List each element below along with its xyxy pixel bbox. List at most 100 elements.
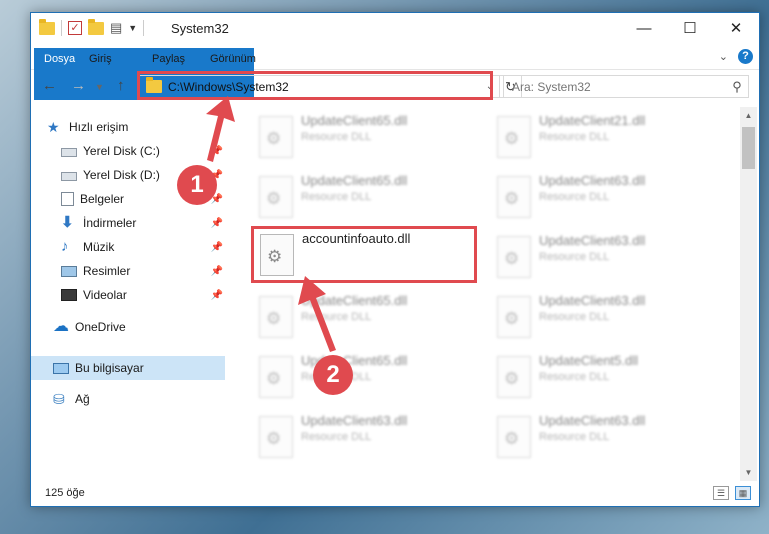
forward-arrow-icon[interactable]: → [71, 77, 86, 94]
file-name: UpdateClient63.dll [539, 173, 646, 188]
computer-icon [53, 362, 69, 374]
sidebar-item-music[interactable]: ♪ Müzik 📌 [61, 236, 223, 258]
close-button[interactable]: ✕ [713, 13, 759, 43]
file-item[interactable]: UpdateClient65.dll Resource DLL [251, 171, 471, 223]
pin-icon[interactable]: 📌 [211, 218, 223, 229]
documents-icon [61, 192, 74, 206]
sidebar-item-videos[interactable]: Videolar 📌 [61, 284, 223, 306]
sidebar-item-label: Bu bilgisayar [75, 361, 144, 375]
file-name: UpdateClient63.dll [539, 413, 646, 428]
search-input[interactable] [504, 79, 726, 94]
file-type: Resource DLL [539, 371, 610, 383]
quick-access-toolbar: ✓ ▤ ▼ [39, 18, 145, 36]
back-arrow-icon[interactable]: ← [42, 77, 57, 94]
file-name: UpdateClient63.dll [539, 233, 646, 248]
file-item[interactable]: UpdateClient5.dll Resource DLL [489, 351, 709, 403]
disk-icon [61, 172, 77, 181]
scroll-up-icon[interactable]: ▲ [740, 107, 757, 124]
dll-file-icon [259, 356, 293, 398]
large-icons-view-icon[interactable]: ▦ [735, 486, 751, 500]
file-type: Resource DLL [539, 191, 610, 203]
star-icon: ★ [47, 119, 60, 135]
up-arrow-icon[interactable]: ↑ [117, 77, 125, 94]
sidebar-item-this-pc[interactable]: Bu bilgisayar [31, 356, 225, 380]
sidebar-item-onedrive[interactable]: ☁ OneDrive [53, 316, 223, 338]
search-icon[interactable]: ⚲ [726, 79, 748, 95]
file-item[interactable]: UpdateClient65.dll Resource DLL [251, 351, 471, 403]
help-icon[interactable]: ? [738, 49, 753, 64]
file-item[interactable]: UpdateClient63.dll Resource DLL [489, 411, 709, 463]
dll-file-icon [259, 176, 293, 218]
details-view-icon[interactable]: ☰ [713, 486, 729, 500]
address-bar-highlight [137, 71, 493, 100]
file-name: accountinfoauto.dll [302, 231, 411, 246]
file-name: UpdateClient65.dll [301, 293, 408, 308]
sidebar-item-network[interactable]: ⛁ Ağ [53, 388, 223, 410]
file-item[interactable]: UpdateClient63.dll Resource DLL [489, 231, 709, 283]
disk-icon [61, 148, 77, 157]
ribbon-right-controls: ⌄ ? [719, 49, 753, 64]
dll-file-icon [497, 416, 531, 458]
search-box[interactable]: ⚲ [503, 75, 749, 98]
tab-home[interactable]: Giriş [81, 48, 120, 70]
sidebar-item-label: Videolar [83, 288, 127, 302]
sidebar-item-label: Yerel Disk (C:) [83, 144, 160, 158]
download-icon: ⬇ [61, 214, 74, 231]
sidebar-item-label: Resimler [83, 264, 131, 278]
dll-file-icon [259, 416, 293, 458]
dll-file-icon [260, 234, 294, 276]
file-name: UpdateClient63.dll [301, 413, 408, 428]
file-type: Resource DLL [301, 131, 372, 143]
dll-file-icon [497, 296, 531, 338]
file-name: UpdateClient65.dll [301, 173, 408, 188]
file-list: UpdateClient65.dll Resource DLL UpdateCl… [239, 107, 739, 477]
dll-file-icon [497, 176, 531, 218]
ribbon-tabs: Dosya Giriş Paylaş Görünüm ⌄ ? [31, 45, 759, 100]
file-item[interactable]: UpdateClient21.dll Resource DLL [489, 111, 709, 163]
file-item-accountinfoauto[interactable]: accountinfoauto.dll [251, 226, 477, 283]
pin-icon[interactable]: 📌 [211, 242, 223, 253]
recent-locations-chevron-icon[interactable]: ▼ [95, 82, 104, 92]
pin-icon[interactable]: 📌 [211, 290, 223, 301]
pin-icon[interactable]: 📌 [211, 266, 223, 277]
file-item[interactable]: UpdateClient63.dll Resource DLL [489, 291, 709, 343]
sidebar-item-pictures[interactable]: Resimler 📌 [61, 260, 223, 282]
music-icon: ♪ [61, 238, 69, 255]
properties-check-icon[interactable]: ✓ [68, 21, 82, 35]
sidebar-item-label: Belgeler [80, 192, 125, 206]
window-controls: — ☐ ✕ [621, 13, 759, 43]
sidebar-item-local-disk-c[interactable]: Yerel Disk (C:) 📌 [61, 140, 223, 162]
file-name: UpdateClient63.dll [539, 293, 646, 308]
status-bar: 125 öğe ☰ ▦ [31, 483, 759, 507]
step-badge-1: 1 [177, 165, 217, 205]
file-item[interactable]: UpdateClient63.dll Resource DLL [251, 411, 471, 463]
pictures-icon [61, 265, 77, 277]
cloud-icon: ☁ [53, 318, 69, 335]
minimize-button[interactable]: — [621, 13, 667, 43]
pin-icon[interactable]: 📌 [211, 146, 223, 157]
sidebar-item-downloads[interactable]: ⬇ İndirmeler 📌 [61, 212, 223, 234]
file-item[interactable]: UpdateClient63.dll Resource DLL [489, 171, 709, 223]
scroll-down-icon[interactable]: ▼ [740, 464, 757, 481]
scroll-thumb[interactable] [742, 127, 755, 169]
customize-icon[interactable]: ▤ [110, 20, 122, 36]
file-item[interactable]: UpdateClient65.dll Resource DLL [251, 291, 471, 343]
sidebar-item-label: İndirmeler [83, 216, 137, 230]
tab-view[interactable]: Görünüm [202, 48, 264, 70]
sidebar-item-label: OneDrive [75, 320, 126, 334]
expand-ribbon-icon[interactable]: ⌄ [719, 50, 728, 63]
chevron-down-icon[interactable]: ▼ [128, 23, 137, 33]
vertical-scrollbar[interactable]: ▲ ▼ [740, 107, 757, 481]
file-name: UpdateClient65.dll [301, 113, 408, 128]
tab-share[interactable]: Paylaş [144, 48, 193, 70]
dll-file-icon [259, 296, 293, 338]
sidebar-item-quick-access[interactable]: ★ Hızlı erişim [47, 116, 217, 138]
view-toggle: ☰ ▦ [713, 486, 751, 500]
folder-icon [39, 18, 55, 35]
file-type: Resource DLL [539, 431, 610, 443]
new-folder-icon[interactable] [88, 18, 104, 35]
maximize-button[interactable]: ☐ [667, 13, 713, 43]
sidebar-item-label: Müzik [83, 240, 115, 254]
file-item[interactable]: UpdateClient65.dll Resource DLL [251, 111, 471, 163]
window-title: System32 [171, 21, 229, 36]
